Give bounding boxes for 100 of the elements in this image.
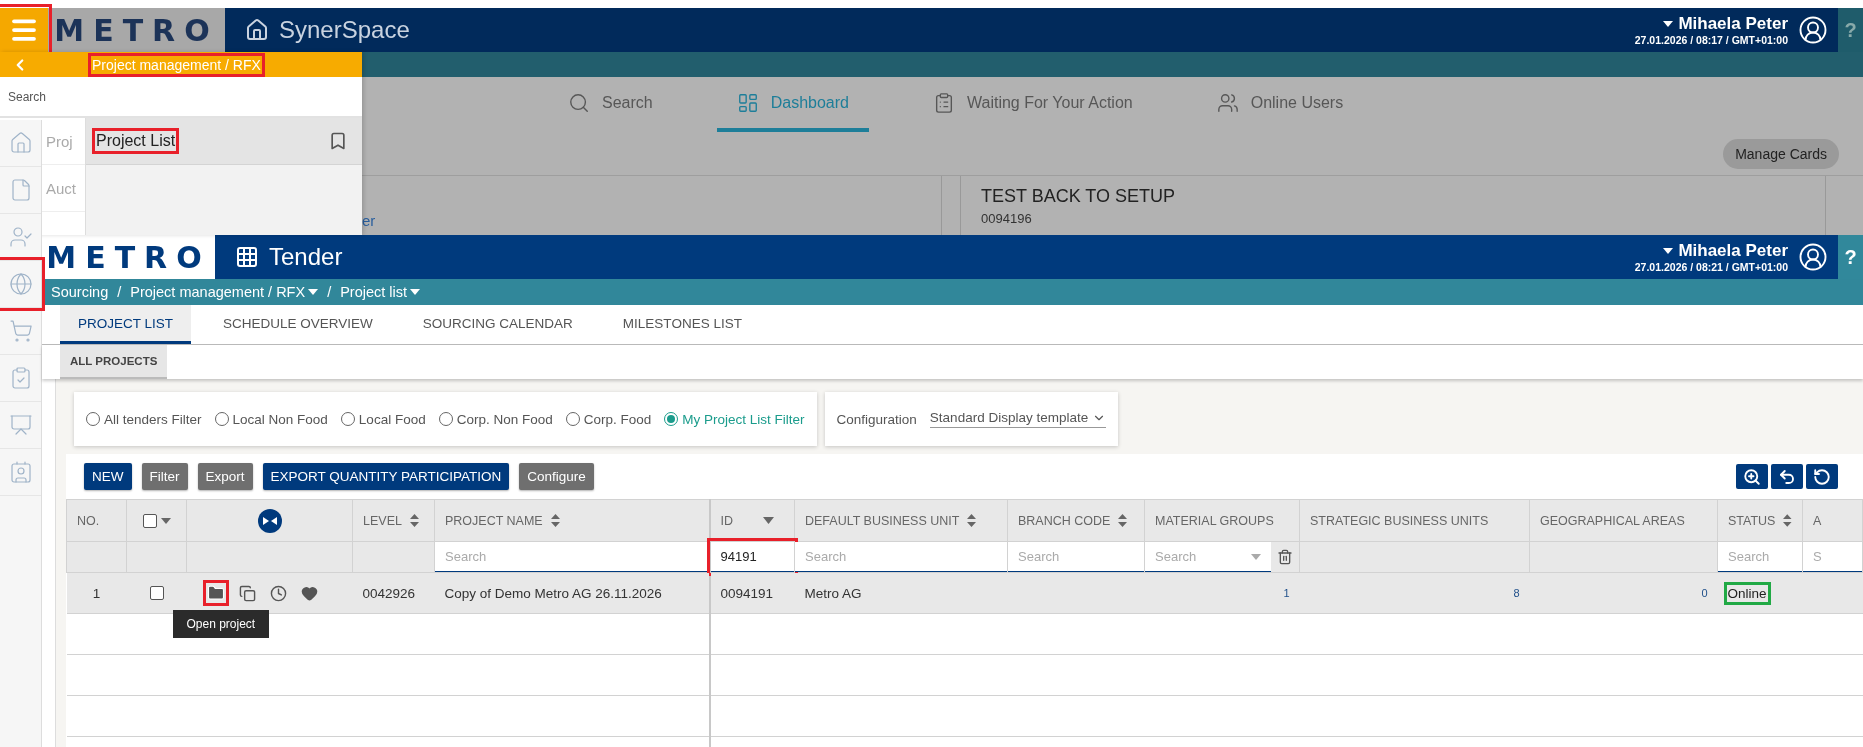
trash-icon (1277, 549, 1293, 565)
caret-icon (1663, 248, 1674, 254)
sort-icon[interactable] (967, 514, 977, 527)
table-cell-text: 1 (1282, 587, 1290, 599)
menu-search-field[interactable]: Search (0, 77, 362, 118)
menu-title: Project management / RFX (92, 56, 261, 73)
table-cell-text: 0094191 (720, 585, 775, 601)
caret-icon (308, 289, 319, 295)
breadcrumb-link[interactable]: Sourcing (51, 284, 109, 300)
clipboard-icon (933, 91, 955, 114)
history-button[interactable] (269, 584, 287, 602)
column-header[interactable]: NO. (66, 499, 127, 542)
users-icon (1216, 91, 1239, 114)
dashboard-icon (736, 91, 759, 114)
toolbar-button[interactable]: EXPORT QUANTITY PARTICIPATION (262, 463, 510, 490)
nav-tab[interactable]: Waiting For Your Action (913, 77, 1153, 132)
copy-button[interactable] (238, 584, 256, 602)
card-number: 0094196 (981, 211, 1033, 226)
clock-icon (269, 584, 287, 602)
user-name[interactable]: Mihaela Peter (1663, 241, 1788, 261)
search-field[interactable]: Search (1008, 542, 1144, 572)
app-title: SynerSpace (279, 16, 410, 44)
app-title: Tender (269, 243, 343, 271)
filter-radio[interactable]: Corp. Non Food (438, 411, 553, 427)
filter-radio[interactable]: All tenders Filter (86, 411, 202, 427)
user-name[interactable]: Mihaela Peter (1663, 14, 1788, 34)
sort-icon[interactable] (409, 514, 419, 527)
tool-button[interactable] (1771, 464, 1803, 489)
logo: METRO (46, 239, 211, 275)
table-icon (235, 245, 259, 269)
tool-button[interactable] (1736, 464, 1768, 489)
filter-radio[interactable]: Local Non Food (214, 411, 328, 427)
manage-cards-button[interactable]: Manage Cards (1723, 138, 1839, 169)
bookmark-icon[interactable] (328, 131, 348, 151)
table-cell-text: 0 (1700, 587, 1708, 599)
breadcrumb-link[interactable]: Project management / RFX (130, 284, 319, 300)
column-header[interactable]: STRATEGIC BUSINESS UNITS (1299, 499, 1530, 542)
table-cell-text: 1 (91, 585, 102, 601)
card-link[interactable]: er (362, 212, 376, 229)
column-header[interactable]: DEFAULT BUSINESS UNIT (794, 499, 1008, 542)
column-header[interactable]: LEVEL (352, 499, 435, 542)
avatar-icon[interactable] (1798, 15, 1828, 45)
copy-icon (238, 584, 256, 602)
filter-radio[interactable]: Corp. Food (565, 411, 652, 427)
partial-search-field[interactable]: S (1803, 542, 1862, 572)
nav-tab[interactable]: Online Users (1196, 77, 1364, 132)
status-text: Online (1727, 585, 1767, 601)
configuration-select[interactable]: Standard Display template (929, 410, 1107, 428)
breadcrumb-link[interactable]: Project list (340, 284, 421, 300)
filter-value-field[interactable]: 94191 (710, 542, 794, 572)
sort-icon[interactable] (1783, 514, 1792, 527)
user-date-time: 27.01.2026 / 08:17 / GMT+01:00 (1634, 34, 1788, 46)
column-header[interactable]: MATERIAL GROUPS (1144, 499, 1300, 542)
column-header[interactable]: A (1802, 499, 1863, 542)
caret-icon (1251, 553, 1261, 560)
column-header[interactable]: BRANCH CODE (1007, 499, 1145, 542)
filter-radio[interactable]: Local Food (340, 411, 426, 427)
nav-tab[interactable]: Search (548, 77, 673, 132)
collapse-toggle-icon[interactable] (257, 508, 282, 533)
user-date-time: 27.01.2026 / 08:21 / GMT+01:00 (1634, 261, 1788, 273)
sort-icon[interactable] (1118, 514, 1128, 527)
table-cell-text: Metro AG (804, 585, 863, 601)
table-cell-text: Copy of Demo Metro AG 26.11.2026 (444, 585, 663, 601)
column-header[interactable]: PROJECT NAME (434, 499, 710, 542)
tab[interactable]: PROJECT LIST (60, 305, 192, 344)
logo: METRO (54, 12, 219, 48)
toolbar-button[interactable]: Export (197, 463, 253, 490)
help-button[interactable]: ? (1838, 235, 1863, 279)
search-field[interactable]: Search (795, 542, 1007, 572)
tooltip: Open project (172, 610, 270, 638)
search-field[interactable]: Search (435, 542, 709, 572)
toolbar-button[interactable]: Configure (519, 463, 594, 490)
tool-button[interactable] (1806, 464, 1838, 489)
reset-icon (1813, 467, 1831, 486)
column-header[interactable]: STATUS (1717, 499, 1803, 542)
toolbar-button[interactable]: Filter (141, 463, 188, 490)
configuration-label: Configuration (836, 411, 917, 427)
undo-icon (1778, 467, 1796, 486)
sort-icon[interactable] (550, 514, 560, 527)
favorite-button[interactable] (300, 584, 318, 602)
menu-item[interactable]: Project List (86, 118, 362, 165)
breadcrumb-separator: / (117, 284, 122, 300)
table-cell-text: 8 (1512, 587, 1520, 599)
caret-icon (1663, 21, 1674, 27)
search-icon (568, 91, 590, 114)
column-header[interactable]: ID (709, 499, 795, 542)
column-header[interactable]: GEOGRAPHICAL AREAS (1529, 499, 1718, 542)
heart-icon (300, 584, 318, 602)
breadcrumb-separator: / (327, 284, 332, 300)
avatar-icon[interactable] (1798, 242, 1828, 272)
help-button[interactable]: ? (1838, 8, 1863, 52)
select-all-checkbox[interactable] (142, 513, 157, 528)
filter-radio[interactable]: My Project List Filter (664, 411, 805, 427)
zoom-in-icon (1743, 467, 1761, 486)
card-title: TEST BACK TO SETUP (981, 186, 1177, 207)
search-field[interactable]: Search (1718, 542, 1802, 572)
sub-tab[interactable]: ALL PROJECTS (60, 345, 168, 379)
sort-descending-icon[interactable] (763, 517, 774, 524)
toolbar-button[interactable]: NEW (84, 463, 132, 490)
row-checkbox[interactable] (149, 586, 164, 600)
